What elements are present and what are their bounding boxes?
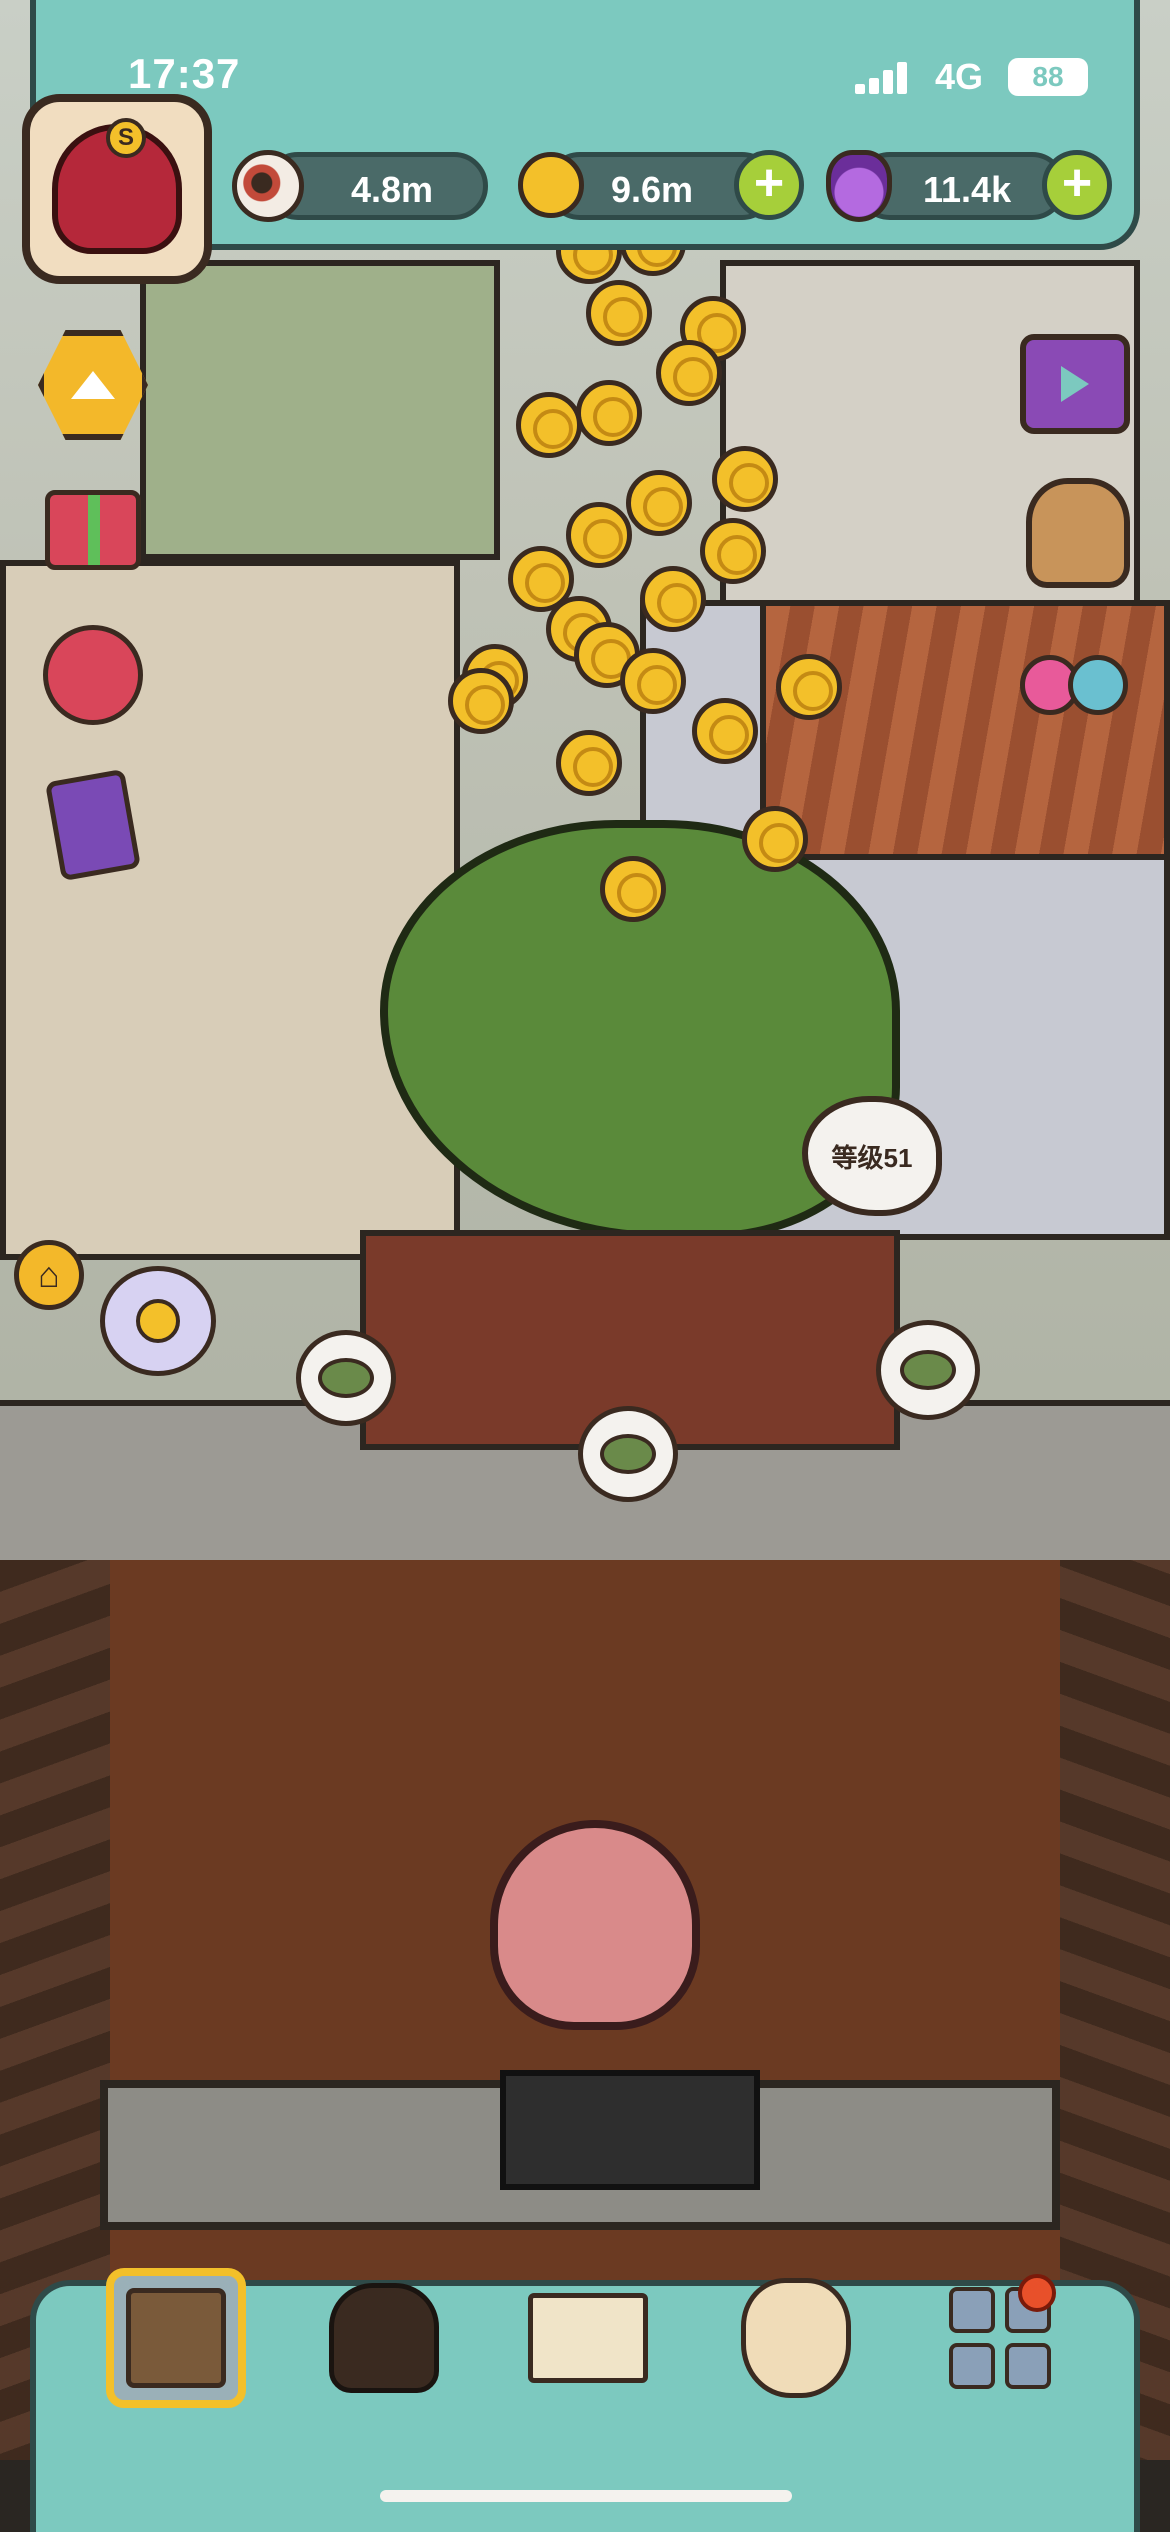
flying-coin[interactable] xyxy=(566,502,632,568)
signal-icon xyxy=(855,62,915,94)
dish-icon xyxy=(318,1358,374,1398)
blue-monster-icon xyxy=(1068,655,1128,715)
flying-coin[interactable] xyxy=(576,380,642,446)
rank-badge: S xyxy=(106,118,146,158)
player-avatar[interactable]: S xyxy=(22,94,212,284)
octopus-chef[interactable] xyxy=(490,1820,700,2030)
flying-coin[interactable] xyxy=(626,470,692,536)
cards-button[interactable] xyxy=(38,768,148,882)
flying-coin[interactable] xyxy=(712,446,778,512)
arrow-up-icon xyxy=(71,371,115,399)
nav-money-bag-tab[interactable] xyxy=(726,2268,866,2408)
gift-icon xyxy=(45,490,141,570)
add-potions-button[interactable]: + xyxy=(1042,150,1112,220)
play-icon xyxy=(1061,366,1089,402)
flying-coin[interactable] xyxy=(620,648,686,714)
network-type: 4G xyxy=(935,56,984,97)
nav-monster-tab[interactable] xyxy=(314,2268,454,2408)
dish-icon xyxy=(600,1434,656,1474)
flying-coin[interactable] xyxy=(700,518,766,584)
clock: 17:37 xyxy=(128,50,241,97)
stove xyxy=(500,2070,760,2190)
coin-value: 9.6m xyxy=(611,169,694,210)
shop-icon xyxy=(126,2288,226,2388)
game-scene[interactable] xyxy=(0,0,1170,2532)
gift-button[interactable] xyxy=(38,480,148,580)
nav-recipe-book-tab[interactable] xyxy=(518,2268,658,2408)
coin-icon xyxy=(136,1299,180,1343)
flying-coin[interactable] xyxy=(742,806,808,872)
battery-level: 88 xyxy=(1008,58,1088,96)
add-coins-button[interactable]: + xyxy=(734,150,804,220)
coin-thought-bubble[interactable] xyxy=(100,1266,216,1376)
nav-shop-tab[interactable] xyxy=(106,2268,246,2408)
flying-coin[interactable] xyxy=(600,856,666,922)
customer-thought-bubble xyxy=(578,1406,678,1502)
notification-dot xyxy=(1018,2274,1056,2312)
dish-icon xyxy=(900,1350,956,1390)
potion-value: 11.4k xyxy=(923,169,1012,210)
flying-coin[interactable] xyxy=(692,698,758,764)
eyeball-icon xyxy=(232,150,304,222)
video-ad-button[interactable] xyxy=(1020,334,1130,434)
flying-coin[interactable] xyxy=(556,730,622,796)
rooftop-garden-building xyxy=(140,260,500,560)
money-bag-icon xyxy=(741,2278,851,2398)
coin-icon xyxy=(518,152,584,218)
flying-coin[interactable] xyxy=(516,392,582,458)
flying-coin[interactable] xyxy=(448,668,514,734)
fruit-event-button[interactable] xyxy=(38,620,148,730)
book-icon xyxy=(528,2293,648,2383)
backpack-button[interactable] xyxy=(1026,478,1130,588)
home-button[interactable]: ⌂ xyxy=(14,1240,84,1310)
shop-level-bubble[interactable]: 等级51 xyxy=(802,1096,942,1216)
home-indicator[interactable] xyxy=(380,2490,792,2502)
flying-coin[interactable] xyxy=(776,654,842,720)
flying-coin[interactable] xyxy=(640,566,706,632)
monsters-button[interactable] xyxy=(1014,630,1134,740)
card-icon xyxy=(44,768,142,882)
customer-thought-bubble xyxy=(296,1330,396,1426)
flying-coin[interactable] xyxy=(656,340,722,406)
fruit-icon xyxy=(43,625,143,725)
eyeball-value: 4.8m xyxy=(351,169,434,210)
monster-torch-icon xyxy=(329,2283,439,2393)
potion-icon xyxy=(826,150,892,222)
flying-coin[interactable] xyxy=(586,280,652,346)
customer-thought-bubble xyxy=(876,1320,980,1420)
